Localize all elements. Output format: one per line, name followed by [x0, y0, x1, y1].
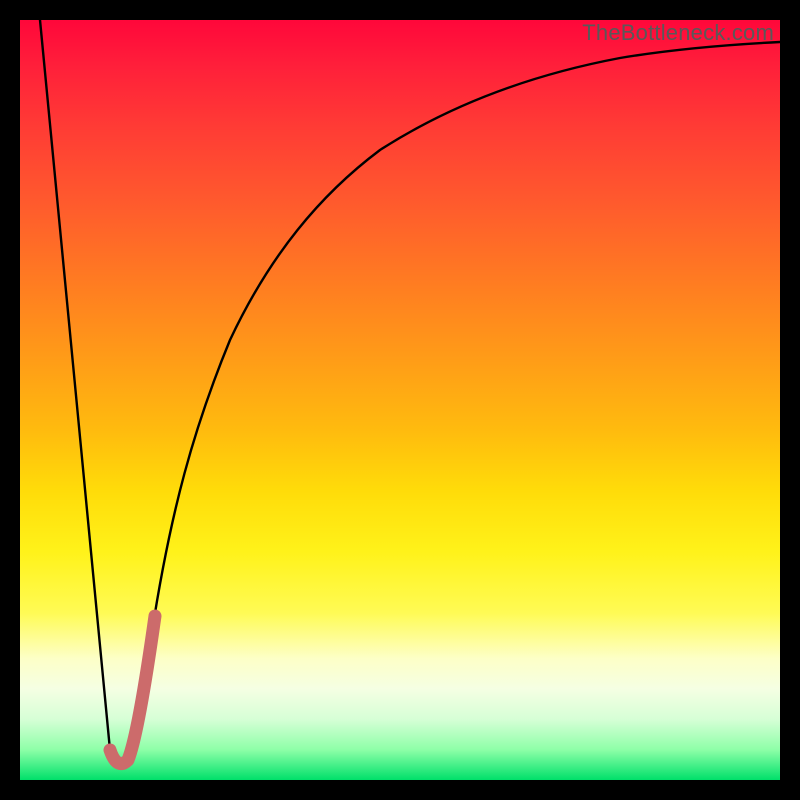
curves-svg	[20, 20, 780, 780]
highlight-segment	[110, 616, 155, 764]
watermark-text: TheBottleneck.com	[582, 20, 774, 46]
plot-area: TheBottleneck.com	[20, 20, 780, 780]
chart-frame: TheBottleneck.com	[0, 0, 800, 800]
